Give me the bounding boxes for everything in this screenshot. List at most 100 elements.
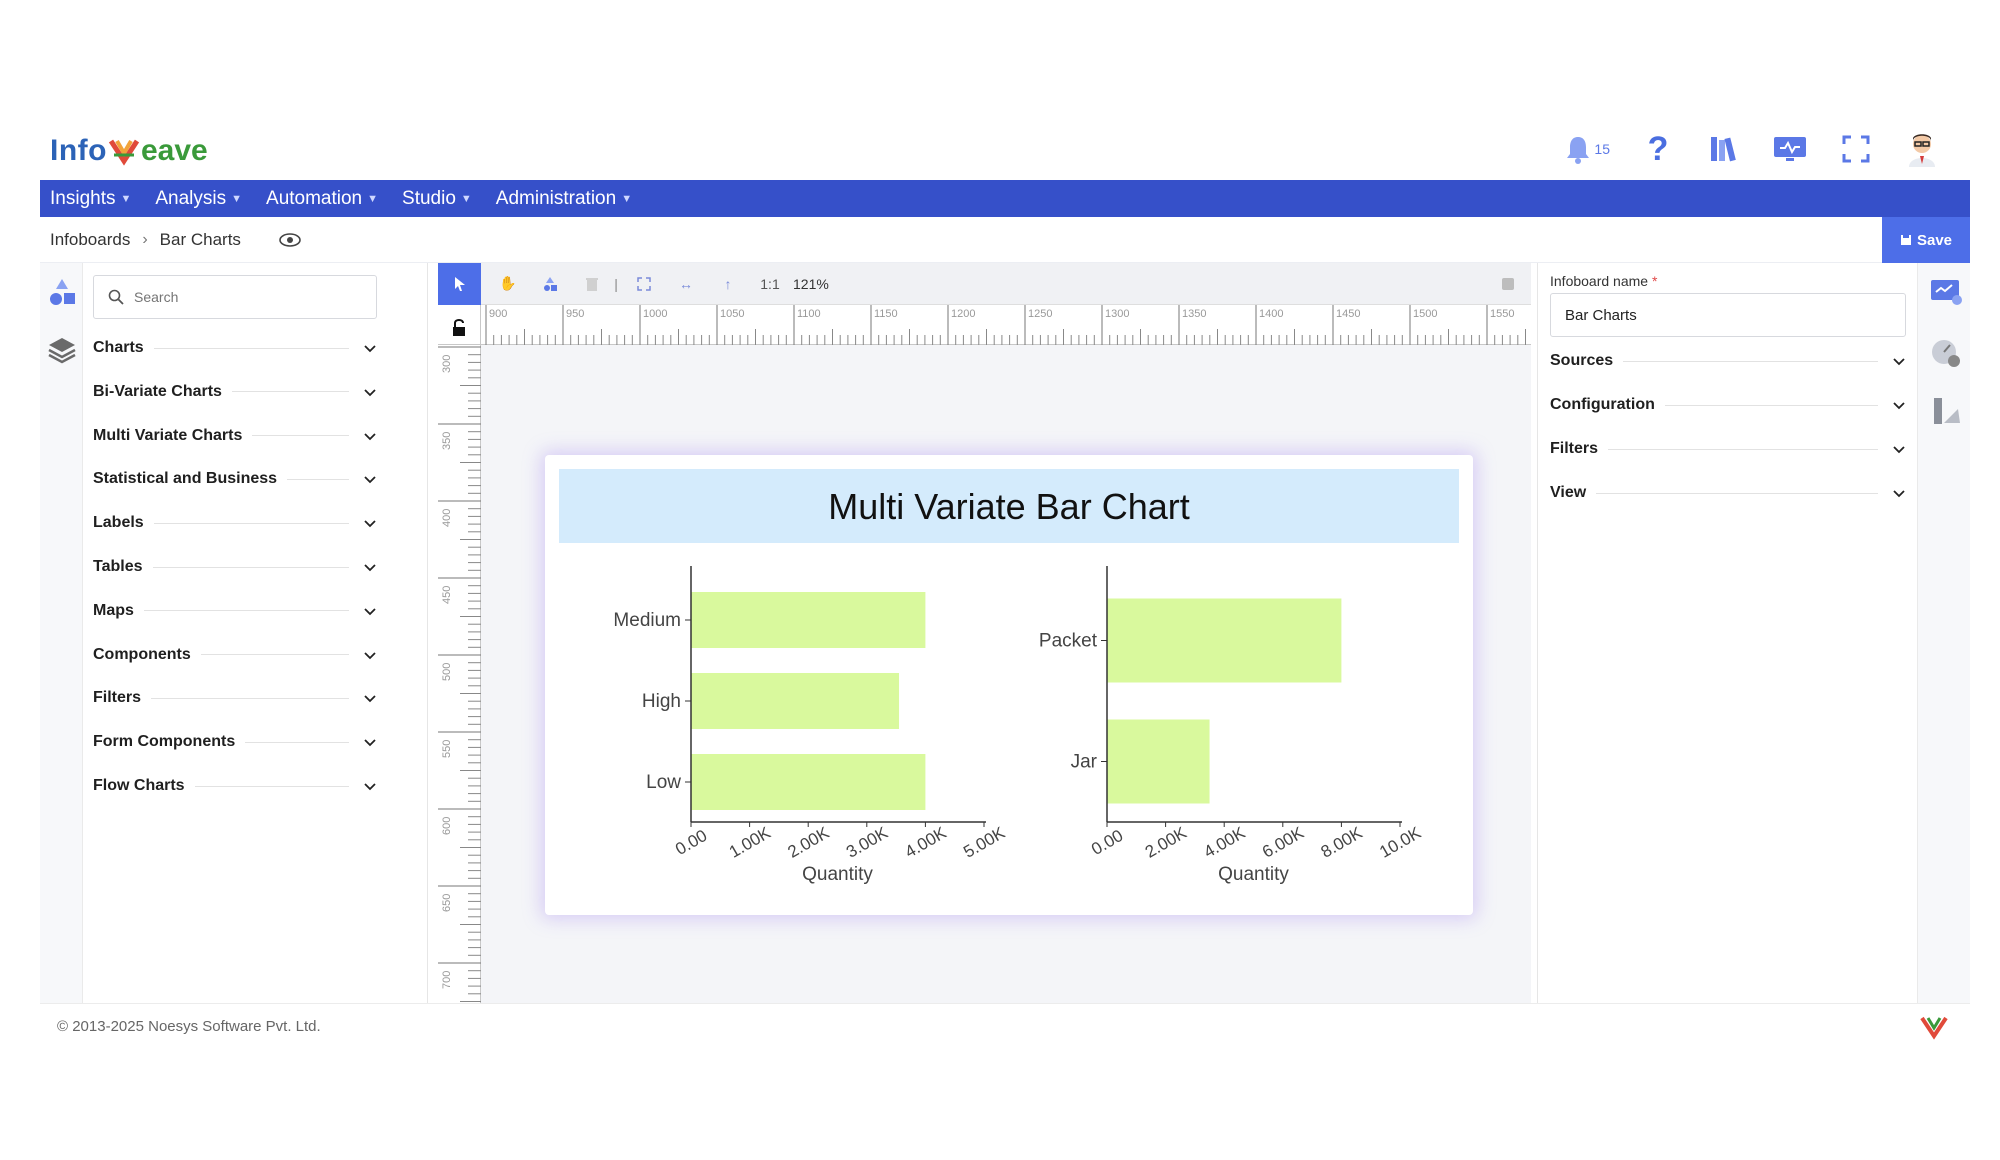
property-section[interactable]: Filters <box>1550 434 1906 464</box>
library-category[interactable]: Tables <box>93 552 377 582</box>
y-tick-label: Medium <box>613 610 681 631</box>
breadcrumb-root[interactable]: Infoboards <box>50 230 130 250</box>
fit-button[interactable] <box>629 269 659 299</box>
chevron-down-icon[interactable] <box>363 735 377 749</box>
bar[interactable] <box>691 754 926 810</box>
x-tick-label: 4.00K <box>902 823 951 862</box>
chevron-down-icon[interactable] <box>363 385 377 399</box>
bar[interactable] <box>1107 598 1342 683</box>
infoboard-name-label: Infoboard name * <box>1550 273 1657 289</box>
chevron-down-icon[interactable] <box>1892 354 1906 368</box>
actual-size-button[interactable]: 1:1 <box>755 269 785 299</box>
library-button[interactable] <box>1706 131 1742 167</box>
user-avatar[interactable] <box>1904 131 1940 167</box>
fit-icon <box>637 276 651 291</box>
bar[interactable] <box>691 592 926 648</box>
divider <box>287 478 349 480</box>
fit-height-button[interactable]: ↑ <box>713 269 743 299</box>
speed-settings-icon[interactable] <box>1928 335 1964 371</box>
logo-text-post: eave <box>140 134 208 167</box>
nav-automation[interactable]: Automation ▼ <box>266 188 378 210</box>
x-tick-label: 1.00K <box>726 823 775 862</box>
chevron-down-icon[interactable] <box>1892 486 1906 500</box>
layers-icon[interactable] <box>48 335 76 365</box>
chevron-down-icon[interactable] <box>363 648 377 662</box>
chevron-right-icon: › <box>142 230 148 248</box>
save-label: Save <box>1916 231 1953 249</box>
search-input[interactable] <box>134 289 354 305</box>
chevron-down-icon[interactable] <box>363 560 377 574</box>
library-category[interactable]: Maps <box>93 596 377 626</box>
notifications-button[interactable]: 15 <box>1564 134 1610 164</box>
vertical-ruler: 300 350 400 450 500 550 600 650 700 <box>438 345 481 1003</box>
component-library: Charts Bi-Variate Charts Multi Variate Cha… <box>83 263 428 1003</box>
shapes-tool-button[interactable] <box>535 269 565 299</box>
canvas-help-button[interactable] <box>1493 269 1523 299</box>
style-brush-icon[interactable] <box>1928 393 1964 429</box>
infoboard-name-field[interactable]: Bar Charts <box>1550 293 1906 337</box>
avatar-icon <box>1909 134 1935 167</box>
bar[interactable] <box>691 673 900 729</box>
nav-insights[interactable]: Insights ▼ <box>50 188 131 210</box>
shapes-small-icon <box>544 276 557 291</box>
library-category[interactable]: Form Components <box>93 727 377 757</box>
search-box[interactable] <box>93 275 377 319</box>
nav-analysis[interactable]: Analysis ▼ <box>155 188 242 210</box>
bell-icon <box>1567 137 1590 164</box>
cursor-icon <box>454 276 465 291</box>
category-label: Statistical and Business <box>93 470 278 488</box>
library-category[interactable]: Multi Variate Charts <box>93 421 377 451</box>
chevron-down-icon[interactable] <box>363 516 377 530</box>
pan-tool-button[interactable]: ✋ <box>493 269 523 299</box>
select-tool-button[interactable] <box>438 262 481 305</box>
ruler-label: 300 <box>441 355 453 373</box>
nav-studio-label: Studio <box>402 187 456 209</box>
chevron-down-icon[interactable] <box>1892 398 1906 412</box>
left-rail <box>40 263 83 1003</box>
library-category[interactable]: Filters <box>93 683 377 713</box>
nav-administration[interactable]: Administration ▼ <box>496 188 632 210</box>
section-label: Configuration <box>1550 396 1655 413</box>
chevron-down-icon[interactable] <box>1892 442 1906 456</box>
divider <box>245 741 349 743</box>
library-category[interactable]: Bi-Variate Charts <box>93 377 377 407</box>
library-category[interactable]: Labels <box>93 508 377 538</box>
fullscreen-button[interactable] <box>1838 131 1874 167</box>
chevron-down-icon[interactable] <box>363 472 377 486</box>
eye-icon[interactable] <box>279 232 301 247</box>
chevron-down-icon[interactable] <box>363 779 377 793</box>
divider <box>231 391 349 393</box>
property-section[interactable]: Configuration <box>1550 390 1906 420</box>
help-icon: ? <box>1647 129 1669 168</box>
divider <box>1623 360 1878 362</box>
multi-variate-bar-chart[interactable]: Multi Variate Bar Chart Medium High Low 0.00… <box>545 455 1473 915</box>
infoboard-widget[interactable]: Multi Variate Bar Chart Medium High Low 0.00… <box>545 455 1473 915</box>
library-category[interactable]: Components <box>93 640 377 670</box>
library-category[interactable]: Flow Charts <box>93 771 377 801</box>
divider <box>152 566 349 568</box>
save-button[interactable]: Save <box>1882 217 1970 263</box>
ruler-corner <box>438 305 481 345</box>
property-section[interactable]: View <box>1550 478 1906 508</box>
chevron-down-icon[interactable] <box>363 604 377 618</box>
help-button[interactable]: ? <box>1640 129 1676 168</box>
fit-width-button[interactable]: ↔ <box>671 269 701 299</box>
chevron-down-icon[interactable] <box>363 341 377 355</box>
library-category[interactable]: Charts <box>93 333 377 363</box>
zoom-level[interactable]: 121% <box>793 276 829 292</box>
brand-logo[interactable]: Info eave <box>50 128 208 174</box>
library-category[interactable]: Statistical and Business <box>93 464 377 494</box>
monitor-button[interactable] <box>1772 131 1808 167</box>
ruler-label: 1250 <box>1028 308 1052 320</box>
lock-icon[interactable] <box>438 305 481 345</box>
chevron-down-icon[interactable] <box>363 691 377 705</box>
category-label: Components <box>93 645 191 663</box>
chevron-down-icon[interactable] <box>363 429 377 443</box>
property-section[interactable]: Sources <box>1550 346 1906 376</box>
nav-studio[interactable]: Studio ▼ <box>402 188 472 210</box>
delete-button[interactable] <box>577 269 607 299</box>
board-settings-icon[interactable] <box>1928 275 1964 311</box>
shapes-icon[interactable] <box>48 277 76 307</box>
ruler-label: 1400 <box>1259 308 1283 320</box>
bar[interactable] <box>1107 719 1210 804</box>
